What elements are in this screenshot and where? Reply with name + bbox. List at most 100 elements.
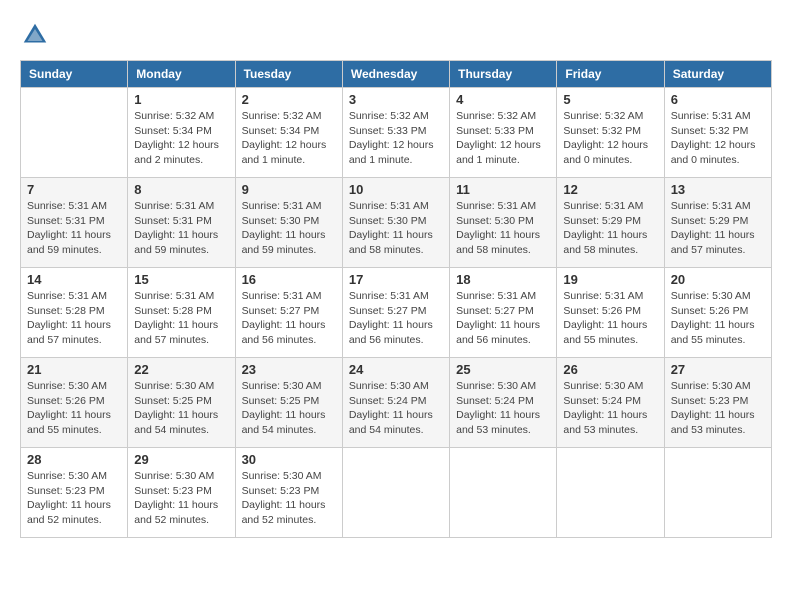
day-info: Sunrise: 5:31 AM Sunset: 5:30 PM Dayligh…: [349, 199, 443, 258]
weekday-header-row: SundayMondayTuesdayWednesdayThursdayFrid…: [21, 61, 772, 88]
day-number: 10: [349, 182, 443, 197]
calendar-cell: 20Sunrise: 5:30 AM Sunset: 5:26 PM Dayli…: [664, 268, 771, 358]
calendar-cell: 27 Sunrise: 5:30 AM Sunset: 5:23 PM Dayli…: [664, 358, 771, 448]
day-number: 18: [456, 272, 550, 287]
calendar-cell: 15Sunrise: 5:31 AM Sunset: 5:28 PM Dayli…: [128, 268, 235, 358]
calendar-cell: 9 Sunrise: 5:31 AM Sunset: 5:30 PM Daylig…: [235, 178, 342, 268]
weekday-header-sunday: Sunday: [21, 61, 128, 88]
weekday-header-friday: Friday: [557, 61, 664, 88]
calendar-cell: 1 Sunrise: 5:32 AM Sunset: 5:34 PM Daylig…: [128, 88, 235, 178]
day-info: Sunrise: 5:32 AM Sunset: 5:33 PM Dayligh…: [456, 109, 550, 168]
calendar-cell: 30Sunrise: 5:30 AM Sunset: 5:23 PM Dayli…: [235, 448, 342, 538]
day-info: Sunrise: 5:31 AM Sunset: 5:27 PM Dayligh…: [456, 289, 550, 348]
day-number: 26: [563, 362, 657, 377]
day-number: 19: [563, 272, 657, 287]
calendar-cell: 10 Sunrise: 5:31 AM Sunset: 5:30 PM Dayli…: [342, 178, 449, 268]
day-info: Sunrise: 5:30 AM Sunset: 5:23 PM Dayligh…: [671, 379, 765, 438]
day-number: 1: [134, 92, 228, 107]
day-info: Sunrise: 5:32 AM Sunset: 5:33 PM Dayligh…: [349, 109, 443, 168]
calendar-cell: [450, 448, 557, 538]
day-info: Sunrise: 5:30 AM Sunset: 5:23 PM Dayligh…: [134, 469, 228, 528]
weekday-header-thursday: Thursday: [450, 61, 557, 88]
day-info: Sunrise: 5:31 AM Sunset: 5:30 PM Dayligh…: [242, 199, 336, 258]
day-info: Sunrise: 5:32 AM Sunset: 5:34 PM Dayligh…: [242, 109, 336, 168]
calendar-cell: 8 Sunrise: 5:31 AM Sunset: 5:31 PM Daylig…: [128, 178, 235, 268]
calendar-cell: [557, 448, 664, 538]
weekday-header-tuesday: Tuesday: [235, 61, 342, 88]
day-number: 28: [27, 452, 121, 467]
day-number: 5: [563, 92, 657, 107]
day-number: 30: [242, 452, 336, 467]
calendar-cell: [342, 448, 449, 538]
day-number: 6: [671, 92, 765, 107]
day-number: 2: [242, 92, 336, 107]
day-info: Sunrise: 5:30 AM Sunset: 5:26 PM Dayligh…: [27, 379, 121, 438]
calendar-cell: 2 Sunrise: 5:32 AM Sunset: 5:34 PM Daylig…: [235, 88, 342, 178]
day-info: Sunrise: 5:32 AM Sunset: 5:34 PM Dayligh…: [134, 109, 228, 168]
logo: [20, 20, 55, 50]
day-info: Sunrise: 5:31 AM Sunset: 5:27 PM Dayligh…: [349, 289, 443, 348]
calendar-cell: [664, 448, 771, 538]
day-number: 9: [242, 182, 336, 197]
calendar-cell: 18 Sunrise: 5:31 AM Sunset: 5:27 PM Dayli…: [450, 268, 557, 358]
day-number: 15: [134, 272, 228, 287]
calendar-cell: 23Sunrise: 5:30 AM Sunset: 5:25 PM Dayli…: [235, 358, 342, 448]
day-number: 14: [27, 272, 121, 287]
calendar-week-row: 1 Sunrise: 5:32 AM Sunset: 5:34 PM Daylig…: [21, 88, 772, 178]
day-number: 17: [349, 272, 443, 287]
day-info: Sunrise: 5:31 AM Sunset: 5:31 PM Dayligh…: [134, 199, 228, 258]
day-info: Sunrise: 5:30 AM Sunset: 5:23 PM Dayligh…: [27, 469, 121, 528]
day-number: 20: [671, 272, 765, 287]
day-number: 11: [456, 182, 550, 197]
day-info: Sunrise: 5:30 AM Sunset: 5:24 PM Dayligh…: [563, 379, 657, 438]
calendar-cell: 21 Sunrise: 5:30 AM Sunset: 5:26 PM Dayli…: [21, 358, 128, 448]
weekday-header-wednesday: Wednesday: [342, 61, 449, 88]
header: [20, 20, 772, 50]
day-number: 27: [671, 362, 765, 377]
calendar-cell: 28 Sunrise: 5:30 AM Sunset: 5:23 PM Dayli…: [21, 448, 128, 538]
day-number: 7: [27, 182, 121, 197]
calendar-cell: 17 Sunrise: 5:31 AM Sunset: 5:27 PM Dayli…: [342, 268, 449, 358]
day-number: 23: [242, 362, 336, 377]
calendar-cell: 4 Sunrise: 5:32 AM Sunset: 5:33 PM Daylig…: [450, 88, 557, 178]
day-number: 22: [134, 362, 228, 377]
calendar-cell: 5Sunrise: 5:32 AM Sunset: 5:32 PM Daylig…: [557, 88, 664, 178]
day-number: 8: [134, 182, 228, 197]
calendar-cell: 12Sunrise: 5:31 AM Sunset: 5:29 PM Dayli…: [557, 178, 664, 268]
calendar-table: SundayMondayTuesdayWednesdayThursdayFrid…: [20, 60, 772, 538]
calendar-cell: 7 Sunrise: 5:31 AM Sunset: 5:31 PM Daylig…: [21, 178, 128, 268]
day-number: 13: [671, 182, 765, 197]
day-info: Sunrise: 5:31 AM Sunset: 5:31 PM Dayligh…: [27, 199, 121, 258]
day-number: 4: [456, 92, 550, 107]
calendar-cell: 24 Sunrise: 5:30 AM Sunset: 5:24 PM Dayli…: [342, 358, 449, 448]
calendar-week-row: 21 Sunrise: 5:30 AM Sunset: 5:26 PM Dayli…: [21, 358, 772, 448]
day-info: Sunrise: 5:31 AM Sunset: 5:27 PM Dayligh…: [242, 289, 336, 348]
calendar-cell: 3Sunrise: 5:32 AM Sunset: 5:33 PM Daylig…: [342, 88, 449, 178]
day-number: 24: [349, 362, 443, 377]
day-number: 21: [27, 362, 121, 377]
calendar-cell: 14 Sunrise: 5:31 AM Sunset: 5:28 PM Dayli…: [21, 268, 128, 358]
weekday-header-saturday: Saturday: [664, 61, 771, 88]
calendar-week-row: 28 Sunrise: 5:30 AM Sunset: 5:23 PM Dayli…: [21, 448, 772, 538]
calendar-cell: 29 Sunrise: 5:30 AM Sunset: 5:23 PM Dayli…: [128, 448, 235, 538]
day-info: Sunrise: 5:31 AM Sunset: 5:30 PM Dayligh…: [456, 199, 550, 258]
calendar-header: SundayMondayTuesdayWednesdayThursdayFrid…: [21, 61, 772, 88]
calendar-cell: 25Sunrise: 5:30 AM Sunset: 5:24 PM Dayli…: [450, 358, 557, 448]
calendar-cell: [21, 88, 128, 178]
calendar-cell: 19 Sunrise: 5:31 AM Sunset: 5:26 PM Dayli…: [557, 268, 664, 358]
day-info: Sunrise: 5:31 AM Sunset: 5:28 PM Dayligh…: [27, 289, 121, 348]
day-number: 29: [134, 452, 228, 467]
calendar-cell: 6Sunrise: 5:31 AM Sunset: 5:32 PM Daylig…: [664, 88, 771, 178]
calendar-week-row: 14 Sunrise: 5:31 AM Sunset: 5:28 PM Dayli…: [21, 268, 772, 358]
weekday-header-monday: Monday: [128, 61, 235, 88]
calendar-week-row: 7 Sunrise: 5:31 AM Sunset: 5:31 PM Daylig…: [21, 178, 772, 268]
day-info: Sunrise: 5:31 AM Sunset: 5:29 PM Dayligh…: [671, 199, 765, 258]
day-number: 16: [242, 272, 336, 287]
calendar-cell: 22 Sunrise: 5:30 AM Sunset: 5:25 PM Dayli…: [128, 358, 235, 448]
day-info: Sunrise: 5:30 AM Sunset: 5:25 PM Dayligh…: [134, 379, 228, 438]
logo-icon: [20, 20, 50, 50]
day-info: Sunrise: 5:30 AM Sunset: 5:24 PM Dayligh…: [456, 379, 550, 438]
day-info: Sunrise: 5:31 AM Sunset: 5:26 PM Dayligh…: [563, 289, 657, 348]
calendar-cell: 26 Sunrise: 5:30 AM Sunset: 5:24 PM Dayli…: [557, 358, 664, 448]
day-info: Sunrise: 5:30 AM Sunset: 5:24 PM Dayligh…: [349, 379, 443, 438]
